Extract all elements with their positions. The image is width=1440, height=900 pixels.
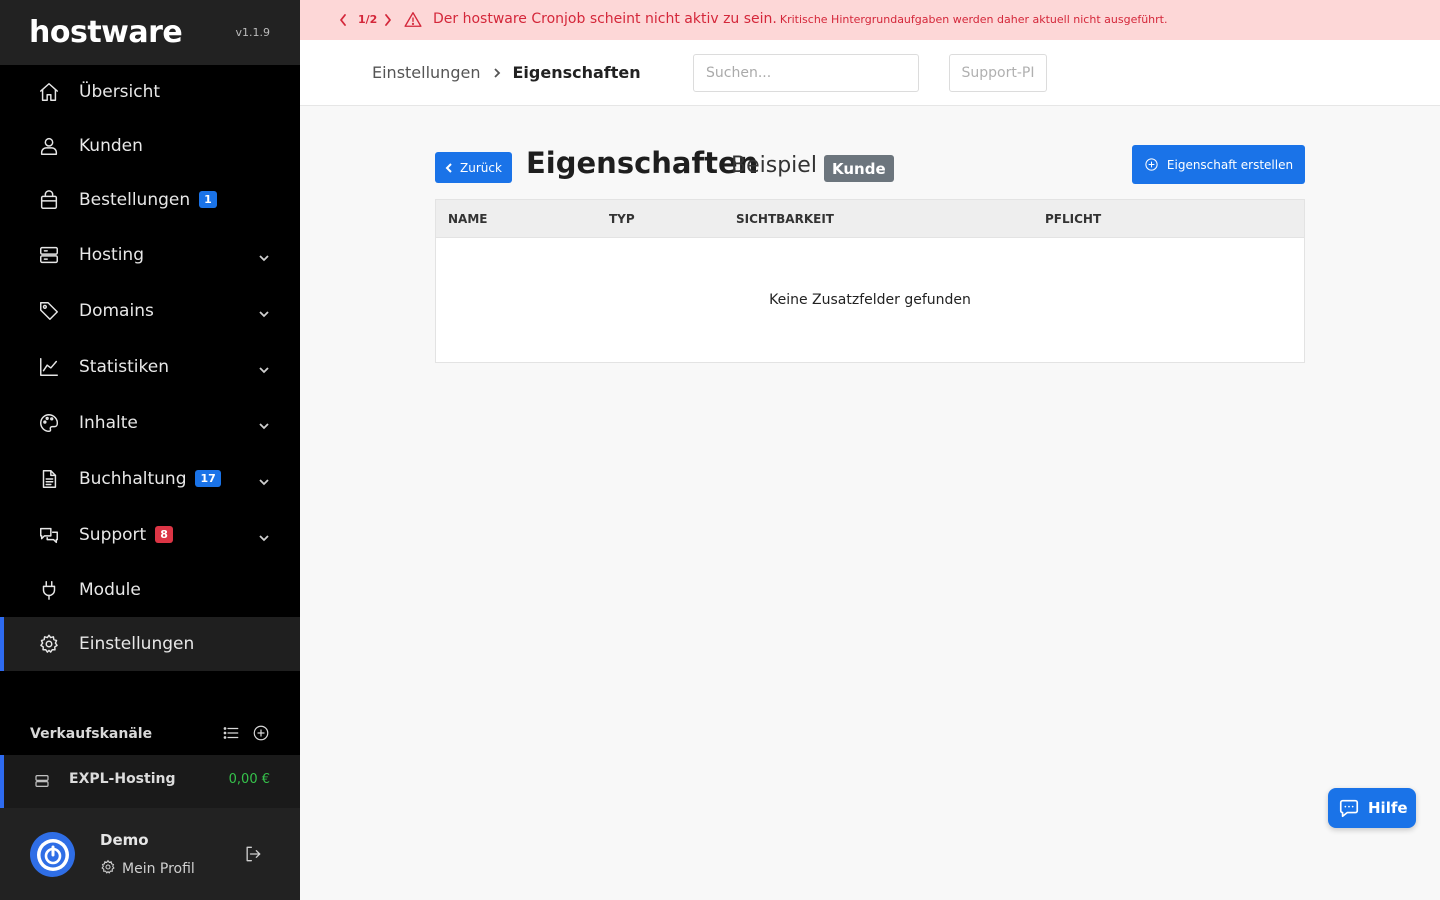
- sidebar-item-label: Hosting: [79, 245, 144, 265]
- add-circle-icon: [1145, 158, 1158, 171]
- column-header-sichtbarkeit[interactable]: SICHTBARKEIT: [736, 212, 834, 226]
- help-button[interactable]: Hilfe: [1328, 788, 1416, 828]
- breadcrumb-current: Eigenschaften: [512, 63, 641, 82]
- add-circle-icon[interactable]: [252, 724, 270, 746]
- app-version: v1.1.9: [235, 26, 271, 39]
- empty-state-message: Keine Zusatzfelder gefunden: [769, 292, 971, 308]
- sidebar-item-inhalte[interactable]: Inhalte: [0, 396, 300, 450]
- logout-icon[interactable]: [243, 844, 263, 868]
- sidebar-item-support[interactable]: Support 8: [0, 508, 300, 562]
- user-profile: Demo Mein Profil: [0, 808, 300, 900]
- sidebar-item-domains[interactable]: Domains: [0, 284, 300, 338]
- sidebar-item-module[interactable]: Module: [0, 563, 300, 617]
- chevron-down-icon: [258, 473, 270, 486]
- list-icon[interactable]: [222, 724, 240, 746]
- my-profile-link[interactable]: Mein Profil: [100, 859, 195, 879]
- gear-icon: [37, 632, 61, 656]
- shopping-bag-icon: [37, 188, 61, 212]
- chat-icon: [37, 523, 61, 547]
- sidebar-item-label: Übersicht: [79, 82, 161, 102]
- chevron-left-icon: [445, 162, 452, 173]
- sales-channel-amount: 0,00 €: [228, 772, 270, 787]
- alert-pager: 1/2: [358, 13, 378, 26]
- create-property-button[interactable]: Eigenschaft erstellen: [1132, 145, 1305, 184]
- my-profile-label: Mein Profil: [122, 861, 195, 877]
- gear-icon: [100, 859, 116, 879]
- search-input[interactable]: [693, 54, 919, 92]
- sidebar-item-hosting[interactable]: Hosting: [0, 228, 300, 282]
- chat-bubble-icon: [1339, 799, 1359, 818]
- warning-triangle-icon: [404, 11, 422, 32]
- back-button-label: Zurück: [460, 160, 502, 175]
- sales-channel-name: EXPL-Hosting: [69, 771, 176, 787]
- breadcrumb: Einstellungen Eigenschaften: [372, 63, 641, 82]
- alert-message: Der hostware Cronjob scheint nicht aktiv…: [433, 11, 1168, 27]
- sidebar-item-label: Inhalte: [79, 413, 138, 433]
- palette-icon: [37, 411, 61, 435]
- sidebar-item-buchhaltung[interactable]: Buchhaltung 17: [0, 452, 300, 506]
- chevron-down-icon: [258, 417, 270, 430]
- table-header: NAME TYP SICHTBARKEIT PFLICHT: [436, 200, 1304, 238]
- server-icon: [34, 773, 50, 793]
- document-icon: [37, 467, 61, 491]
- sidebar-item-label: Bestellungen 1: [79, 190, 217, 210]
- page-subtitle: Beispiel: [731, 153, 817, 178]
- accounting-count-badge: 17: [195, 469, 221, 487]
- page-title: Eigenschaften: [526, 146, 759, 180]
- back-button[interactable]: Zurück: [435, 152, 512, 183]
- sidebar-item-label: Module: [79, 580, 141, 600]
- plug-icon: [37, 578, 61, 602]
- hostware-logo[interactable]: hostware: [29, 15, 183, 51]
- chevron-down-icon: [258, 305, 270, 318]
- sidebar-item-label: Einstellungen: [79, 634, 195, 654]
- orders-count-badge: 1: [199, 190, 217, 208]
- chevron-right-icon[interactable]: [383, 12, 393, 31]
- chevron-down-icon: [258, 529, 270, 542]
- column-header-typ[interactable]: TYP: [609, 212, 635, 226]
- sidebar-item-bestellungen[interactable]: Bestellungen 1: [0, 173, 300, 227]
- help-label: Hilfe: [1368, 799, 1408, 817]
- sidebar-item-label: Statistiken: [79, 357, 169, 377]
- tag-icon: [37, 299, 61, 323]
- support-pi-field[interactable]: Support-PI: [949, 54, 1047, 92]
- sidebar-item-uebersicht[interactable]: Übersicht: [0, 65, 300, 119]
- chevron-left-icon[interactable]: [338, 12, 348, 31]
- user-icon: [37, 134, 61, 158]
- sidebar-item-kunden[interactable]: Kunden: [0, 119, 300, 173]
- sidebar: hostware v1.1.9 Übersicht Kunden Bestell…: [0, 0, 300, 900]
- brand-header: hostware v1.1.9: [0, 0, 300, 65]
- chevron-right-icon: [492, 67, 502, 79]
- sales-channels-title: Verkaufskanäle: [30, 726, 153, 742]
- home-icon: [37, 80, 61, 104]
- sidebar-item-label: Buchhaltung 17: [79, 469, 221, 489]
- sidebar-item-label: Support 8: [79, 525, 173, 545]
- server-icon: [37, 243, 61, 267]
- cronjob-alert: 1/2 Der hostware Cronjob scheint nicht a…: [300, 0, 1440, 40]
- breadcrumb-parent[interactable]: Einstellungen: [372, 63, 480, 82]
- sidebar-item-statistiken[interactable]: Statistiken: [0, 340, 300, 394]
- column-header-name[interactable]: NAME: [448, 212, 487, 226]
- chevron-down-icon: [258, 361, 270, 374]
- sidebar-item-label: Domains: [79, 301, 154, 321]
- properties-table: NAME TYP SICHTBARKEIT PFLICHT Keine Zusa…: [435, 199, 1305, 363]
- sales-channel-item[interactable]: EXPL-Hosting 0,00 €: [0, 755, 300, 808]
- sidebar-item-einstellungen[interactable]: Einstellungen: [0, 617, 300, 671]
- sales-channels-header: Verkaufskanäle: [30, 722, 270, 746]
- sidebar-item-label: Kunden: [79, 136, 143, 156]
- topbar: Einstellungen Eigenschaften Support-PI: [300, 40, 1440, 106]
- column-header-pflicht[interactable]: PFLICHT: [1045, 212, 1101, 226]
- avatar[interactable]: [30, 832, 75, 877]
- type-badge: Kunde: [824, 155, 894, 182]
- chart-line-icon: [37, 355, 61, 379]
- support-count-badge: 8: [155, 525, 173, 543]
- create-property-label: Eigenschaft erstellen: [1166, 157, 1294, 172]
- chevron-down-icon: [258, 249, 270, 262]
- profile-name: Demo: [100, 831, 149, 849]
